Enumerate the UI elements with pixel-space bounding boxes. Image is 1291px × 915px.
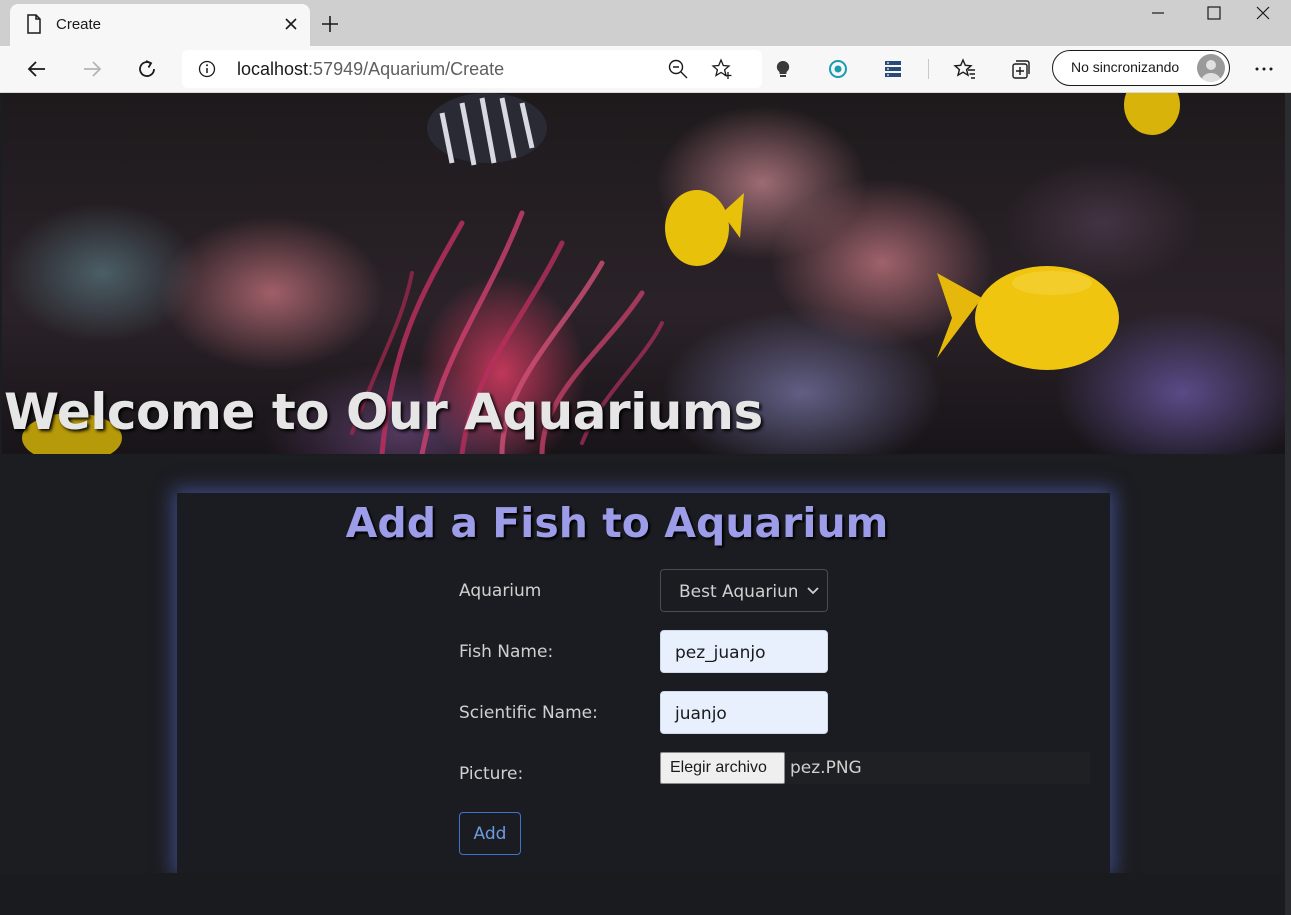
maximize-button[interactable] [1186,0,1242,30]
selected-file-name: pez.PNG [790,758,862,778]
close-icon[interactable] [284,17,298,31]
aquarium-select-value: Best Aquarium [679,582,797,602]
browser-toolbar: localhost:57949/Aquarium/Create No sincr… [0,46,1291,93]
scrollbar[interactable] [1285,93,1291,915]
url-text[interactable]: localhost:57949/Aquarium/Create [237,59,504,80]
toolbar-divider [928,59,929,79]
page-icon [27,14,41,34]
minimize-button[interactable] [1130,0,1186,30]
more-icon[interactable] [1252,57,1276,81]
favorites-icon[interactable] [953,57,977,81]
address-bar[interactable]: localhost:57949/Aquarium/Create [182,50,762,88]
plus-icon[interactable] [320,14,340,34]
aquarium-select[interactable]: Best Aquarium [660,569,828,612]
profile-label: No sincronizando [1071,59,1180,75]
fish-name-value: pez_juanjo [675,643,766,663]
add-fish-form-panel: Add a Fish to Aquarium Aquarium Best Aqu… [177,493,1110,873]
maximize-icon [1207,6,1221,20]
striped-fish [427,93,547,166]
info-icon[interactable] [198,60,216,78]
zoom-icon[interactable] [667,58,689,80]
hero-banner: Welcome to Our Aquariums [2,93,1285,454]
close-window-button[interactable] [1235,0,1291,30]
profile-button[interactable]: No sincronizando [1052,50,1230,86]
star-add-icon[interactable] [711,58,733,80]
choose-file-button[interactable]: Elegir archivo [660,752,785,784]
server-icon[interactable] [881,57,905,81]
minimize-icon [1152,12,1164,14]
collections-icon[interactable] [1008,57,1032,81]
hero-title: Welcome to Our Aquariums [4,383,763,441]
scientific-name-label: Scientific Name: [459,703,598,723]
yellow-fish-partial [1124,93,1180,135]
choose-file-label: Elegir archivo [670,759,767,776]
picture-label: Picture: [459,764,524,784]
yellow-tang-fish-large [937,266,1119,370]
form-title: Add a Fish to Aquarium [345,499,889,547]
scientific-name-value: juanjo [675,704,727,724]
tab-title: Create [56,16,102,33]
close-window-icon [1256,6,1270,20]
yellow-tang-fish-small [665,190,744,266]
add-button-label: Add [473,824,507,844]
chevron-down-icon [807,587,819,595]
scientific-name-input[interactable]: juanjo [660,691,828,734]
picture-file-input[interactable]: Elegir archivo pez.PNG [660,752,1090,784]
fish-name-label: Fish Name: [459,642,554,662]
forward-arrow-icon[interactable] [80,57,104,81]
target-icon[interactable] [826,57,850,81]
browser-titlebar: Create [0,0,1291,46]
fish-name-input[interactable]: pez_juanjo [660,630,828,673]
refresh-icon[interactable] [135,57,159,81]
back-arrow-icon[interactable] [25,57,49,81]
page-content: Welcome to Our Aquariums Add a Fish to A… [0,93,1291,915]
add-button[interactable]: Add [459,812,521,855]
browser-tab[interactable]: Create [10,4,310,46]
aquarium-label: Aquarium [459,581,542,601]
avatar-icon [1197,54,1225,82]
lightbulb-icon[interactable] [771,57,795,81]
page-footer-area [0,873,1291,915]
url-path: :57949/Aquarium/Create [308,59,505,79]
url-host: localhost [237,59,309,79]
